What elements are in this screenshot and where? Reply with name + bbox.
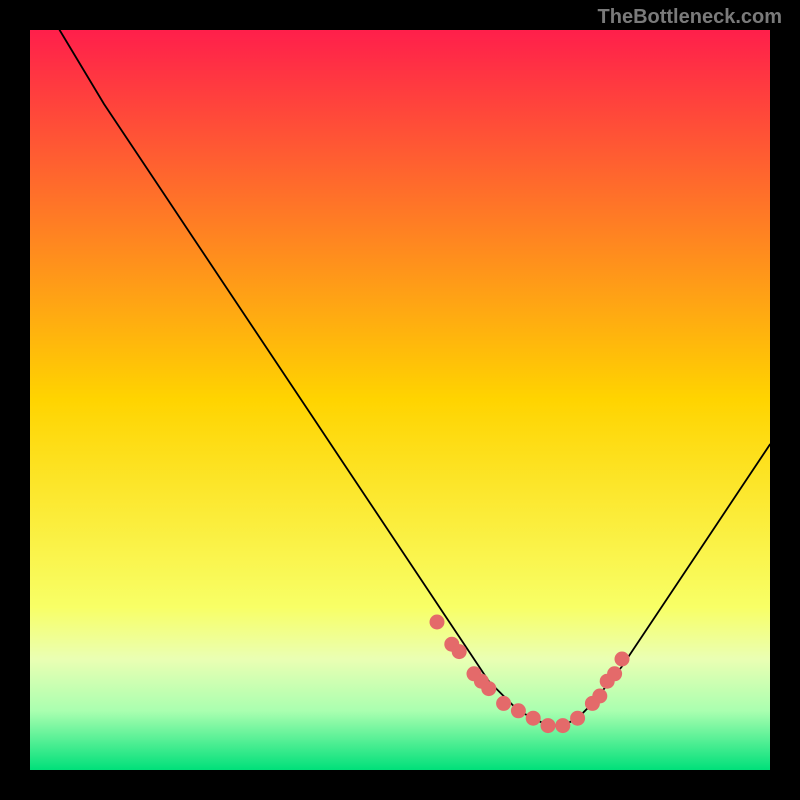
marker-dot <box>496 696 511 711</box>
chart-svg <box>30 30 770 770</box>
marker-dot <box>541 718 556 733</box>
chart-container <box>30 30 770 770</box>
marker-dot <box>481 681 496 696</box>
marker-dot <box>607 666 622 681</box>
marker-dot <box>555 718 570 733</box>
marker-dot <box>430 615 445 630</box>
marker-dot <box>570 711 585 726</box>
marker-dot <box>592 689 607 704</box>
marker-dot <box>511 703 526 718</box>
marker-dot <box>452 644 467 659</box>
chart-background <box>30 30 770 770</box>
marker-dot <box>526 711 541 726</box>
marker-dot <box>615 652 630 667</box>
watermark-text: TheBottleneck.com <box>598 6 782 29</box>
